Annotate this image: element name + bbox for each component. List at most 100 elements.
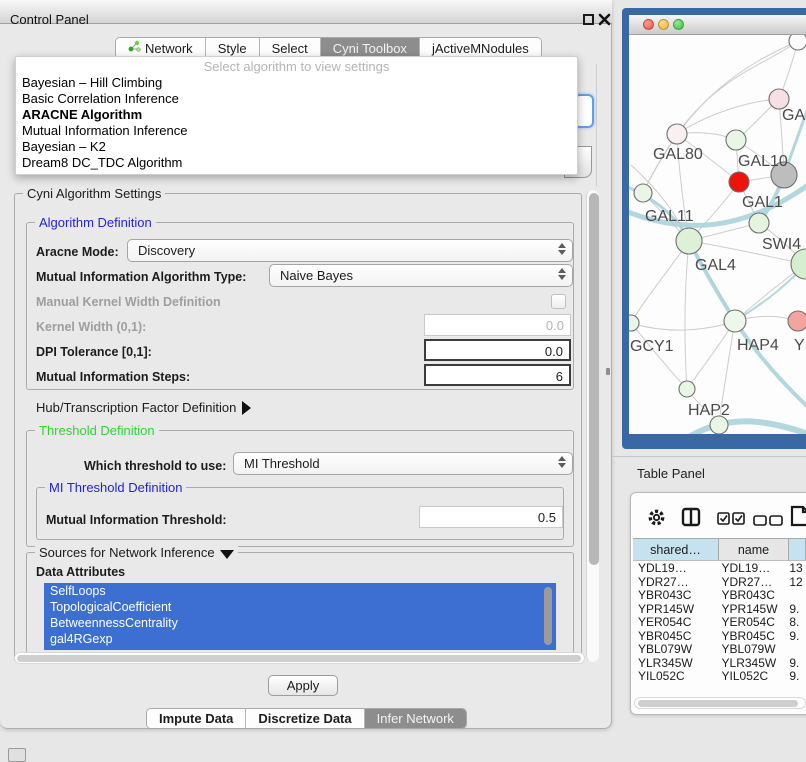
network-nodes[interactable] xyxy=(629,35,806,434)
popup-item-basic-correlation[interactable]: Basic Correlation Inference xyxy=(16,91,577,107)
cell-shared[interactable]: YLR345W xyxy=(633,657,718,671)
table-row[interactable]: YDR27…YDR27…12 xyxy=(633,576,806,590)
cell-value[interactable]: 9. xyxy=(786,670,806,681)
tab-select[interactable]: Select xyxy=(260,38,321,58)
cell-value[interactable]: 12 xyxy=(786,576,806,590)
cell-value[interactable] xyxy=(786,643,806,657)
table-horizontal-scrollbar[interactable] xyxy=(634,697,806,709)
tab-infer-network[interactable]: Infer Network xyxy=(365,709,466,728)
table-horizontal-scrollbar-thumb[interactable] xyxy=(638,700,798,707)
table-row[interactable]: YPR145WYPR145W9. xyxy=(633,603,806,617)
column-header-name[interactable]: name xyxy=(719,538,789,561)
cell-name[interactable]: YDR27… xyxy=(718,576,787,590)
close-icon[interactable] xyxy=(598,13,611,26)
list-item-betweennesscentrality[interactable]: BetweennessCentrality xyxy=(44,615,556,631)
table-row[interactable]: YER054CYER054C8. xyxy=(633,616,806,630)
popup-item-mutual-information[interactable]: Mutual Information Inference xyxy=(16,123,577,139)
zoom-traffic-light[interactable] xyxy=(673,19,684,30)
cell-shared[interactable]: YIL052C xyxy=(633,670,718,681)
popup-item-bayesian-k2[interactable]: Bayesian – K2 xyxy=(16,139,577,155)
popup-item-aracne[interactable]: ARACNE Algorithm xyxy=(16,107,577,123)
list-scrollbar-thumb[interactable] xyxy=(544,587,552,645)
cell-name[interactable]: YBR043C xyxy=(718,589,787,603)
cell-name[interactable]: YBR045C xyxy=(718,630,787,644)
panel-splitter-handle[interactable] xyxy=(606,368,610,375)
node-gcy1[interactable] xyxy=(629,315,639,331)
tab-jactivemnodules[interactable]: jActiveMNodules xyxy=(420,38,541,58)
dpi-tolerance-field[interactable]: 0.0 xyxy=(424,339,571,361)
node-gal11[interactable] xyxy=(634,184,652,202)
control-panel-titlebar[interactable] xyxy=(0,0,612,24)
column-header-shared-name[interactable]: shared… xyxy=(633,538,719,561)
aracne-mode-combo[interactable]: Discovery xyxy=(127,239,573,262)
network-canvas[interactable]: GAL GAL80 GAL10 GAL1 GAL11 SWI4 GAL4 GCY… xyxy=(629,35,806,434)
split-columns-icon[interactable] xyxy=(681,507,701,530)
node-hap4[interactable] xyxy=(724,310,746,332)
node-hap2[interactable] xyxy=(679,381,695,397)
apply-button[interactable]: Apply xyxy=(268,675,338,696)
cell-shared[interactable]: YBR043C xyxy=(633,589,718,603)
kernel-width-field[interactable]: 0.0 xyxy=(424,314,571,336)
popup-item-dream8[interactable]: Dream8 DC_TDC Algorithm xyxy=(16,155,577,171)
unselect-all-checkboxes-icon[interactable] xyxy=(753,514,783,529)
cell-name[interactable]: YBL079W xyxy=(718,643,787,657)
document-icon[interactable] xyxy=(790,505,806,530)
table-row[interactable]: YDL19…YDL19…13 xyxy=(633,562,806,576)
tab-discretize-data[interactable]: Discretize Data xyxy=(246,709,364,728)
cell-name[interactable]: YER054C xyxy=(718,616,787,630)
cell-value[interactable]: 8. xyxy=(786,616,806,630)
node-gal1-red[interactable] xyxy=(729,172,749,192)
tab-impute-data[interactable]: Impute Data xyxy=(147,709,246,728)
hub-definition-toggle[interactable]: Hub/Transcription Factor Definition xyxy=(36,400,251,415)
node-unlabeled[interactable] xyxy=(789,35,806,50)
node-gal80[interactable] xyxy=(667,124,687,144)
table-row[interactable]: YBR045CYBR045C9. xyxy=(633,630,806,644)
cell-name[interactable]: YLR345W xyxy=(718,657,787,671)
close-traffic-light[interactable] xyxy=(643,19,654,30)
network-window-titlebar[interactable] xyxy=(629,15,806,35)
table-row[interactable]: YBR043CYBR043C xyxy=(633,589,806,603)
table-row[interactable]: YIL052CYIL052C9. xyxy=(633,670,806,681)
node-gal4[interactable] xyxy=(676,228,702,254)
settings-vertical-scrollbar-thumb[interactable] xyxy=(589,193,599,565)
mi-threshold-field[interactable]: 0.5 xyxy=(419,506,563,528)
node-gal-pink[interactable] xyxy=(769,89,789,109)
node-gal10[interactable] xyxy=(726,130,746,150)
tab-cyni-toolbox[interactable]: Cyni Toolbox xyxy=(321,38,420,58)
settings-horizontal-scrollbar[interactable] xyxy=(14,652,585,664)
cell-name[interactable]: YPR145W xyxy=(718,603,787,617)
cell-name[interactable]: YIL052C xyxy=(718,670,787,681)
settings-horizontal-scrollbar-thumb[interactable] xyxy=(17,655,581,662)
which-threshold-combo[interactable]: MI Threshold xyxy=(233,452,573,475)
tab-style[interactable]: Style xyxy=(206,38,260,58)
gear-icon[interactable] xyxy=(647,508,666,530)
cell-value[interactable]: 9. xyxy=(786,630,806,644)
popup-item-bayesian-hill-climbing[interactable]: Bayesian – Hill Climbing xyxy=(16,75,577,91)
mi-type-combo[interactable]: Naive Bayes xyxy=(269,264,573,287)
cell-shared[interactable]: YBR045C xyxy=(633,630,718,644)
cell-value[interactable]: 13 xyxy=(786,562,806,576)
cell-value[interactable]: 9. xyxy=(786,603,806,617)
minimized-panel-icon[interactable] xyxy=(8,748,26,762)
mi-steps-field[interactable]: 6 xyxy=(424,364,571,386)
table-row[interactable]: YBL079WYBL079W xyxy=(633,643,806,657)
cell-shared[interactable]: YBL079W xyxy=(633,643,718,657)
cell-value[interactable] xyxy=(786,589,806,603)
cell-value[interactable]: 9. xyxy=(786,657,806,671)
select-all-checkboxes-icon[interactable] xyxy=(717,512,745,528)
minimize-traffic-light[interactable] xyxy=(658,19,669,30)
tab-network[interactable]: Network xyxy=(116,38,206,58)
settings-vertical-scrollbar[interactable] xyxy=(586,190,599,662)
cell-name[interactable]: YDL19… xyxy=(718,562,787,576)
manual-kernel-checkbox[interactable] xyxy=(551,294,566,309)
node-y-salmon[interactable] xyxy=(788,311,806,331)
cell-shared[interactable]: YDL19… xyxy=(633,562,718,576)
node-swi4[interactable] xyxy=(749,213,769,233)
node-large-right[interactable] xyxy=(791,249,806,279)
list-item-gal4rgexp[interactable]: gal4RGexp xyxy=(44,631,556,647)
list-item-selfloops[interactable]: SelfLoops xyxy=(44,583,556,599)
table-row[interactable]: YLR345WYLR345W9. xyxy=(633,657,806,671)
cell-shared[interactable]: YDR27… xyxy=(633,576,718,590)
cell-shared[interactable]: YPR145W xyxy=(633,603,718,617)
cell-shared[interactable]: YER054C xyxy=(633,616,718,630)
